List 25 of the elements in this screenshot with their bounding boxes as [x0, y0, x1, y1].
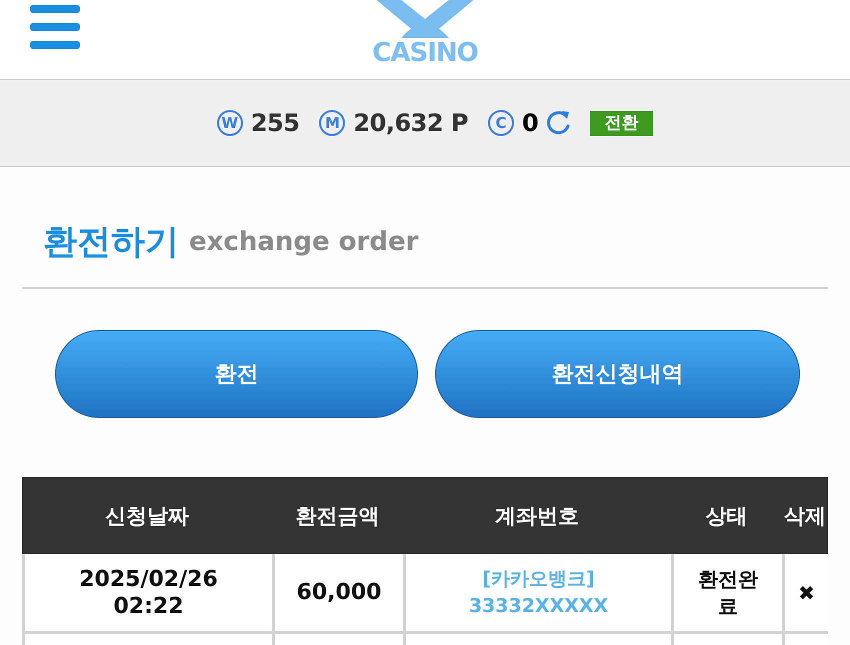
column-header: 계좌번호 [495, 502, 579, 530]
refresh-icon[interactable] [544, 109, 572, 137]
balance-value: 20,632 P [353, 109, 468, 137]
column-header: 상태 [706, 502, 748, 530]
bank-name: [카카오뱅크] [482, 566, 595, 592]
logo-text: CASINO [372, 38, 478, 68]
action-button[interactable]: 환전 [55, 330, 418, 418]
delete-button[interactable]: ✖ [798, 580, 815, 604]
currency-symbol: C [488, 110, 514, 136]
column-header: 신청날짜 [105, 502, 189, 530]
date-time: 2025/02/26 02:22 [78, 566, 219, 620]
balance-value: 0 [522, 109, 538, 137]
column-header: 삭제 [784, 502, 826, 530]
menu-icon[interactable] [30, 5, 80, 49]
account-number: 33332XXXXX [468, 594, 608, 618]
balance-value: 255 [250, 109, 300, 137]
currency-symbol: W [216, 110, 243, 136]
column-header: 환전금액 [296, 502, 380, 530]
amount: 60,000 [296, 580, 382, 605]
convert-button[interactable]: 전환 [590, 110, 654, 136]
page-title: 환전하기 [43, 222, 179, 262]
action-button[interactable]: 환전신청내역 [435, 330, 800, 418]
status-text: 환전완료 [697, 566, 759, 620]
page-subtitle: exchange order [189, 226, 418, 259]
currency-symbol: M [319, 110, 346, 136]
